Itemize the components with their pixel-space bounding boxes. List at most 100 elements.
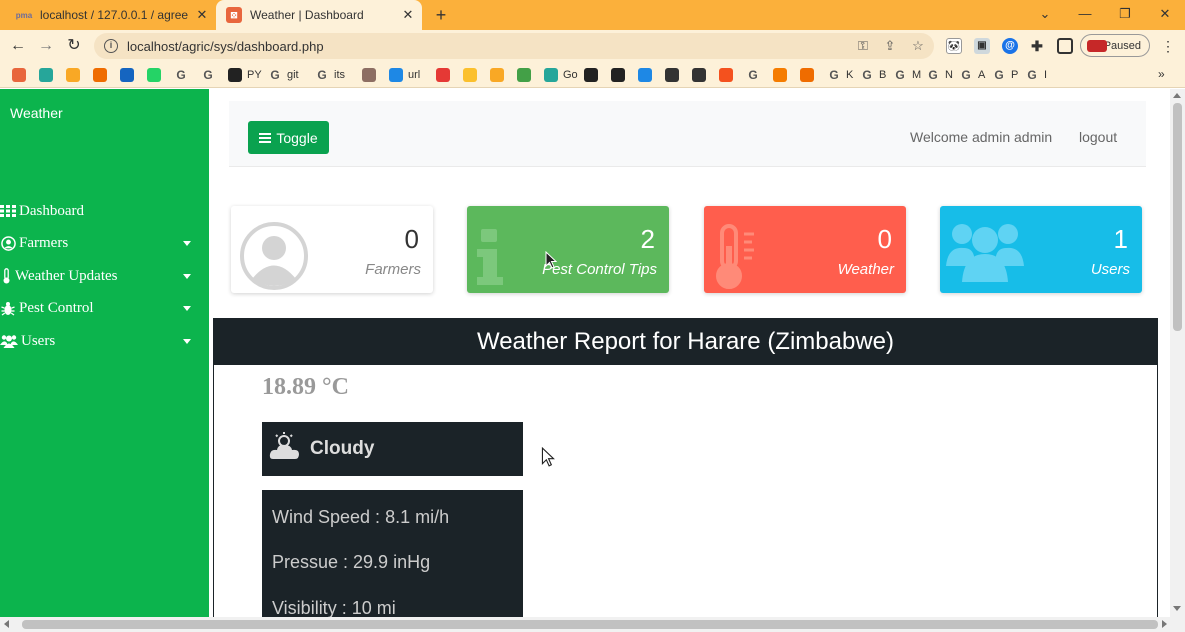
chart-icon [93, 68, 107, 82]
bookmark-item[interactable] [463, 66, 482, 84]
bookmark-item[interactable] [12, 66, 31, 84]
stat-card-farmers[interactable]: 0 Farmers [231, 206, 433, 293]
bookmark-item[interactable]: GA [959, 66, 985, 84]
bookmark-star-icon[interactable]: ☆ [910, 38, 926, 54]
share-icon[interactable]: ⇪ [882, 38, 898, 54]
bookmark-item[interactable] [436, 66, 455, 84]
sidebar-item-farmers[interactable]: Farmers [0, 231, 209, 255]
bookmark-item[interactable]: GM [893, 66, 921, 84]
sidebar-toggle-button[interactable]: Toggle [248, 121, 329, 154]
minimize-icon[interactable]: — [1074, 4, 1096, 24]
bookmark-item[interactable] [665, 66, 684, 84]
stat-label: Users [1090, 261, 1130, 278]
scroll-thumb[interactable] [1173, 103, 1182, 331]
menu-bars-icon [259, 132, 272, 143]
pressure-text: Pressue : 29.9 inHg [272, 552, 431, 572]
new-tab-icon[interactable]: + [431, 5, 451, 25]
sidebar-item-pest-control[interactable]: Pest Control [0, 296, 209, 320]
bookmark-item[interactable]: G [746, 66, 765, 84]
reload-icon[interactable]: ↻ [64, 36, 84, 56]
forward-icon[interactable]: → [36, 36, 56, 56]
tab-phpmyadmin[interactable]: pma localhost / 127.0.0.1 / agree / agri… [10, 0, 216, 30]
sidebar-brand[interactable]: Weather [10, 105, 63, 121]
bookmark-item[interactable] [517, 66, 536, 84]
logout-link[interactable]: logout [1079, 129, 1117, 145]
bookmark-item[interactable]: Gits [315, 66, 345, 84]
browser-tab-bar: pma localhost / 127.0.0.1 / agree / agri… [0, 0, 1185, 30]
stat-card-users[interactable]: 1 Users [940, 206, 1142, 293]
sidebar-item-label: Pest Control [19, 299, 94, 316]
bookmark-item[interactable]: Go [544, 66, 578, 84]
bookmark-item[interactable] [611, 66, 630, 84]
panda-extension-icon[interactable]: 🐼 [946, 38, 962, 54]
bookmark-item[interactable]: GB [860, 66, 886, 84]
scroll-down-icon[interactable] [1173, 606, 1181, 611]
more-bookmarks-icon[interactable]: » [1158, 67, 1165, 81]
bookmark-item[interactable]: GI [1025, 66, 1047, 84]
bookmark-item[interactable] [362, 66, 381, 84]
scroll-thumb[interactable] [22, 620, 1158, 629]
close-tab-icon[interactable]: ✕ [400, 7, 416, 23]
horizontal-scrollbar[interactable] [0, 617, 1185, 632]
key-icon[interactable]: ⚿ [855, 38, 871, 54]
site-info-icon[interactable]: i [104, 39, 118, 53]
chevron-down-icon [183, 274, 191, 279]
browser-menu-icon[interactable]: ⋮ [1160, 38, 1176, 54]
scroll-right-icon[interactable] [1162, 620, 1167, 628]
tab-weather-dashboard[interactable]: ⊠ Weather | Dashboard ✕ [216, 0, 422, 30]
restore-icon[interactable]: ❐ [1114, 4, 1136, 24]
vertical-scrollbar[interactable] [1170, 89, 1185, 617]
bookmark-item[interactable]: G [174, 66, 193, 84]
back-icon[interactable]: ← [8, 36, 28, 56]
bookmark-item[interactable]: url [389, 66, 420, 84]
sidebar-item-label: Users [21, 332, 56, 349]
bookmark-item[interactable]: PY [228, 66, 262, 84]
sidebar-item-users[interactable]: Users [0, 329, 209, 353]
sidebar-item-weather-updates[interactable]: Weather Updates [0, 264, 209, 288]
scroll-left-icon[interactable] [4, 620, 9, 628]
profile-paused-button[interactable]: Paused [1080, 34, 1150, 57]
bookmark-item[interactable] [800, 66, 819, 84]
bookmark-item[interactable] [120, 66, 139, 84]
address-bar[interactable]: i localhost/agric/sys/dashboard.php ⚿ ⇪ … [94, 33, 934, 59]
bookmark-item[interactable]: Ggit [268, 66, 298, 84]
google-icon: G [176, 68, 186, 82]
stat-card-weather[interactable]: 0 Weather [704, 206, 906, 293]
main-content: Toggle Welcome admin admin logout 0 Farm… [209, 89, 1170, 617]
stat-value: 1 [1113, 224, 1128, 254]
bookmark-item[interactable] [584, 66, 603, 84]
sidebar-item-dashboard[interactable]: Dashboard [0, 199, 209, 223]
bookmark-item[interactable] [66, 66, 85, 84]
close-window-icon[interactable]: ✕ [1154, 4, 1176, 24]
github-icon [228, 68, 242, 82]
sidebar-item-label: Dashboard [19, 202, 84, 219]
user-circle-icon [0, 235, 16, 251]
profile-avatar-icon [1087, 40, 1107, 52]
arrow-icon [12, 68, 26, 82]
side-panel-icon[interactable] [1057, 38, 1073, 54]
bookmark-item[interactable]: GN [926, 66, 953, 84]
bookmark-item[interactable] [692, 66, 711, 84]
extension-icon[interactable]: ▣ [974, 38, 990, 54]
bookmark-item[interactable] [490, 66, 509, 84]
ya-icon [719, 68, 733, 82]
bookmark-item[interactable] [773, 66, 792, 84]
bookmark-item[interactable] [638, 66, 657, 84]
stat-card-pest-control-tips[interactable]: 2 Pest Control Tips [467, 206, 669, 293]
bookmark-item[interactable] [147, 66, 166, 84]
at-extension-icon[interactable]: @ [1002, 38, 1018, 54]
bookmark-item[interactable] [93, 66, 112, 84]
bookmark-label: P [1011, 69, 1019, 81]
bookmark-item[interactable] [719, 66, 738, 84]
bookmark-item[interactable]: GP [992, 66, 1018, 84]
close-tab-icon[interactable]: ✕ [194, 7, 210, 23]
scroll-up-icon[interactable] [1173, 93, 1181, 98]
puzzle-extensions-icon[interactable]: ✚ [1029, 38, 1045, 54]
weather-details-box: Wind Speed : 8.1 mi/h Pressue : 29.9 inH… [262, 490, 523, 617]
tab-search-chevron-icon[interactable]: ⌄ [1034, 4, 1056, 24]
bookmark-item[interactable] [39, 66, 58, 84]
weather-report-heading: Weather Report for Harare (Zimbabwe) [213, 318, 1158, 365]
google-icon: G [270, 68, 280, 82]
bookmark-item[interactable]: G [201, 66, 220, 84]
bookmark-item[interactable]: GK [827, 66, 853, 84]
